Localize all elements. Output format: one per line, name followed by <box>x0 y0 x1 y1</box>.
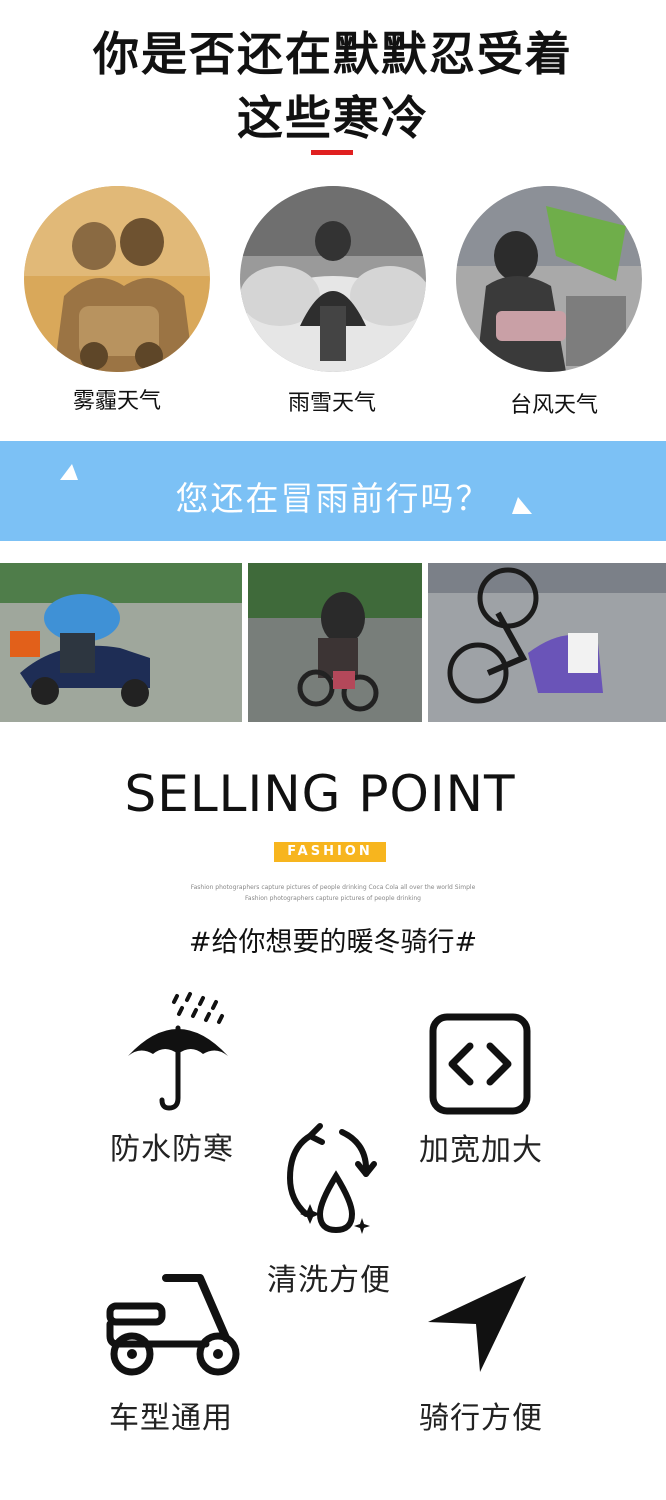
navigation-arrow-icon <box>424 1272 530 1376</box>
umbrella-scooter-photo <box>0 563 242 722</box>
banner-question-text: 您还在冒雨前行吗？ <box>175 479 491 518</box>
weather-label-smog: 雾霾天气 <box>72 389 161 414</box>
feature-label-easy-wash: 清洗方便 <box>267 1263 391 1298</box>
riding-hashtag: #给你想要的暖冬骑行# <box>188 927 478 958</box>
typhoon-weather-photo <box>456 186 642 372</box>
smog-weather-photo <box>24 186 210 372</box>
fine-print-line-2: Fashion photographers capture pictures o… <box>245 895 421 902</box>
wash-droplet-icon <box>280 1118 380 1242</box>
rain-snow-weather-photo <box>240 186 426 372</box>
umbrella-rain-icon <box>122 990 234 1112</box>
weather-label-rain-snow: 雨雪天气 <box>287 391 376 416</box>
fine-print-line-1: Fashion photographers capture pictures o… <box>190 884 476 891</box>
selling-point-title: SELLING POINT <box>124 765 516 823</box>
headline-line-1: 你是否还在默默忍受着 <box>93 27 573 81</box>
headline-line-2: 这些寒冷 <box>237 91 429 145</box>
scooter-icon <box>106 1272 242 1378</box>
feature-label-convenient-riding: 骑行方便 <box>419 1401 543 1436</box>
expand-arrows-icon <box>428 1012 532 1116</box>
accent-divider <box>311 150 353 155</box>
cyclist-rain-photo <box>248 563 422 722</box>
typhoon-fall-photo <box>428 563 666 722</box>
feature-label-universal-fit: 车型通用 <box>109 1401 233 1436</box>
feature-label-waterproof: 防水防寒 <box>110 1132 234 1167</box>
weather-label-typhoon: 台风天气 <box>509 393 598 418</box>
fashion-badge: FASHION <box>274 842 386 862</box>
feature-label-enlarged: 加宽加大 <box>419 1133 543 1168</box>
